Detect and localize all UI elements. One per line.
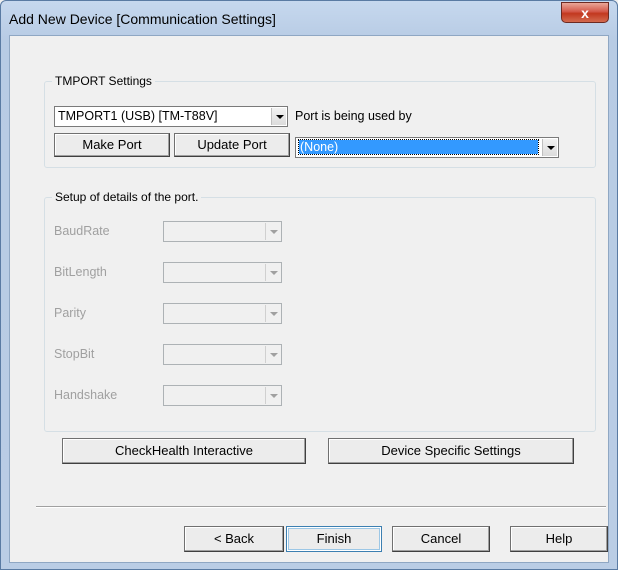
update-port-label: Update Port bbox=[197, 137, 267, 152]
chevron-down-icon[interactable] bbox=[542, 139, 557, 156]
cancel-label: Cancel bbox=[420, 531, 462, 546]
stopbit-select[interactable] bbox=[163, 344, 282, 365]
chevron-down-icon bbox=[265, 305, 280, 322]
help-label: Help bbox=[545, 531, 573, 546]
device-specific-settings-button[interactable]: Device Specific Settings bbox=[328, 438, 574, 464]
device-specific-label: Device Specific Settings bbox=[381, 443, 521, 458]
footer-divider bbox=[36, 506, 606, 508]
back-label: < Back bbox=[213, 531, 255, 546]
checkhealth-interactive-button[interactable]: CheckHealth Interactive bbox=[62, 438, 306, 464]
update-port-button[interactable]: Update Port bbox=[174, 133, 290, 157]
handshake-select[interactable] bbox=[163, 385, 282, 406]
port-details-legend: Setup of details of the port. bbox=[55, 190, 199, 204]
parity-label: Parity bbox=[54, 306, 86, 320]
dialog-window: Add New Device [Communication Settings] … bbox=[0, 0, 618, 570]
close-button[interactable]: x bbox=[561, 2, 609, 23]
chevron-down-icon[interactable] bbox=[271, 108, 286, 125]
close-icon: x bbox=[581, 5, 589, 21]
tmport-select[interactable]: TMPORT1 (USB) [TM-T88V] bbox=[54, 106, 288, 127]
checkhealth-label: CheckHealth Interactive bbox=[114, 443, 253, 458]
tmport-select-value: TMPORT1 (USB) [TM-T88V] bbox=[58, 109, 218, 123]
window-title: Add New Device [Communication Settings] bbox=[9, 11, 276, 27]
bitlength-label: BitLength bbox=[54, 265, 107, 279]
port-details-group: Setup of details of the port. bbox=[44, 190, 596, 432]
help-button[interactable]: Help bbox=[510, 526, 608, 552]
bitlength-select[interactable] bbox=[163, 262, 282, 283]
back-button[interactable]: < Back bbox=[184, 526, 284, 552]
stopbit-label: StopBit bbox=[54, 347, 95, 361]
port-used-by-label: Port is being used by bbox=[295, 109, 412, 123]
make-port-label: Make Port bbox=[82, 137, 142, 152]
tmport-settings-legend: TMPORT Settings bbox=[55, 74, 152, 88]
chevron-down-icon bbox=[265, 223, 280, 240]
title-bar[interactable]: Add New Device [Communication Settings] … bbox=[1, 1, 617, 35]
dialog-client-area: TMPORT Settings TMPORT1 (USB) [TM-T88V] … bbox=[9, 35, 609, 563]
baudrate-label: BaudRate bbox=[54, 224, 110, 238]
chevron-down-icon bbox=[265, 346, 280, 363]
port-used-by-select[interactable]: (None) bbox=[295, 137, 559, 158]
chevron-down-icon bbox=[265, 387, 280, 404]
baudrate-select[interactable] bbox=[163, 221, 282, 242]
finish-label: Finish bbox=[316, 531, 352, 546]
port-used-by-value: (None) bbox=[298, 139, 539, 155]
parity-select[interactable] bbox=[163, 303, 282, 324]
chevron-down-icon bbox=[265, 264, 280, 281]
make-port-button[interactable]: Make Port bbox=[54, 133, 170, 157]
handshake-label: Handshake bbox=[54, 388, 118, 402]
cancel-button[interactable]: Cancel bbox=[392, 526, 490, 552]
finish-button[interactable]: Finish bbox=[286, 526, 382, 552]
